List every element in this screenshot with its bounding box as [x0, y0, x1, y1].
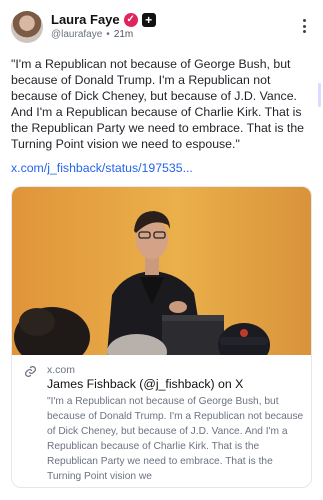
post-text: "I'm a Republican not because of George …: [11, 57, 305, 151]
post-link[interactable]: x.com/j_fishback/status/197535...: [11, 161, 193, 175]
plus-badge-icon: +: [141, 12, 156, 27]
more-options-icon[interactable]: [303, 19, 307, 33]
card-title[interactable]: James Fishback (@j_fishback) on X: [47, 377, 243, 391]
author-row: Laura Faye ✓ +: [51, 12, 156, 27]
scrollbar[interactable]: [318, 83, 321, 107]
author-meta: @laurafaye • 21m: [51, 29, 133, 40]
card-domain: x.com: [47, 364, 76, 376]
avatar[interactable]: [11, 11, 43, 43]
check-badge-icon: ✓: [123, 12, 138, 27]
post-card: Laura Faye ✓ + @laurafaye • 21m "I'm a R…: [0, 0, 323, 500]
preview-image: [12, 187, 311, 355]
link-icon: [24, 365, 37, 381]
card-description: "I'm a Republican not because of George …: [47, 396, 304, 482]
author-name[interactable]: Laura Faye: [51, 12, 120, 27]
post-time[interactable]: 21m: [114, 29, 133, 40]
meta-separator: •: [106, 29, 110, 40]
author-handle[interactable]: @laurafaye: [51, 29, 102, 40]
link-preview-card[interactable]: x.com James Fishback (@j_fishback) on X …: [11, 186, 312, 488]
